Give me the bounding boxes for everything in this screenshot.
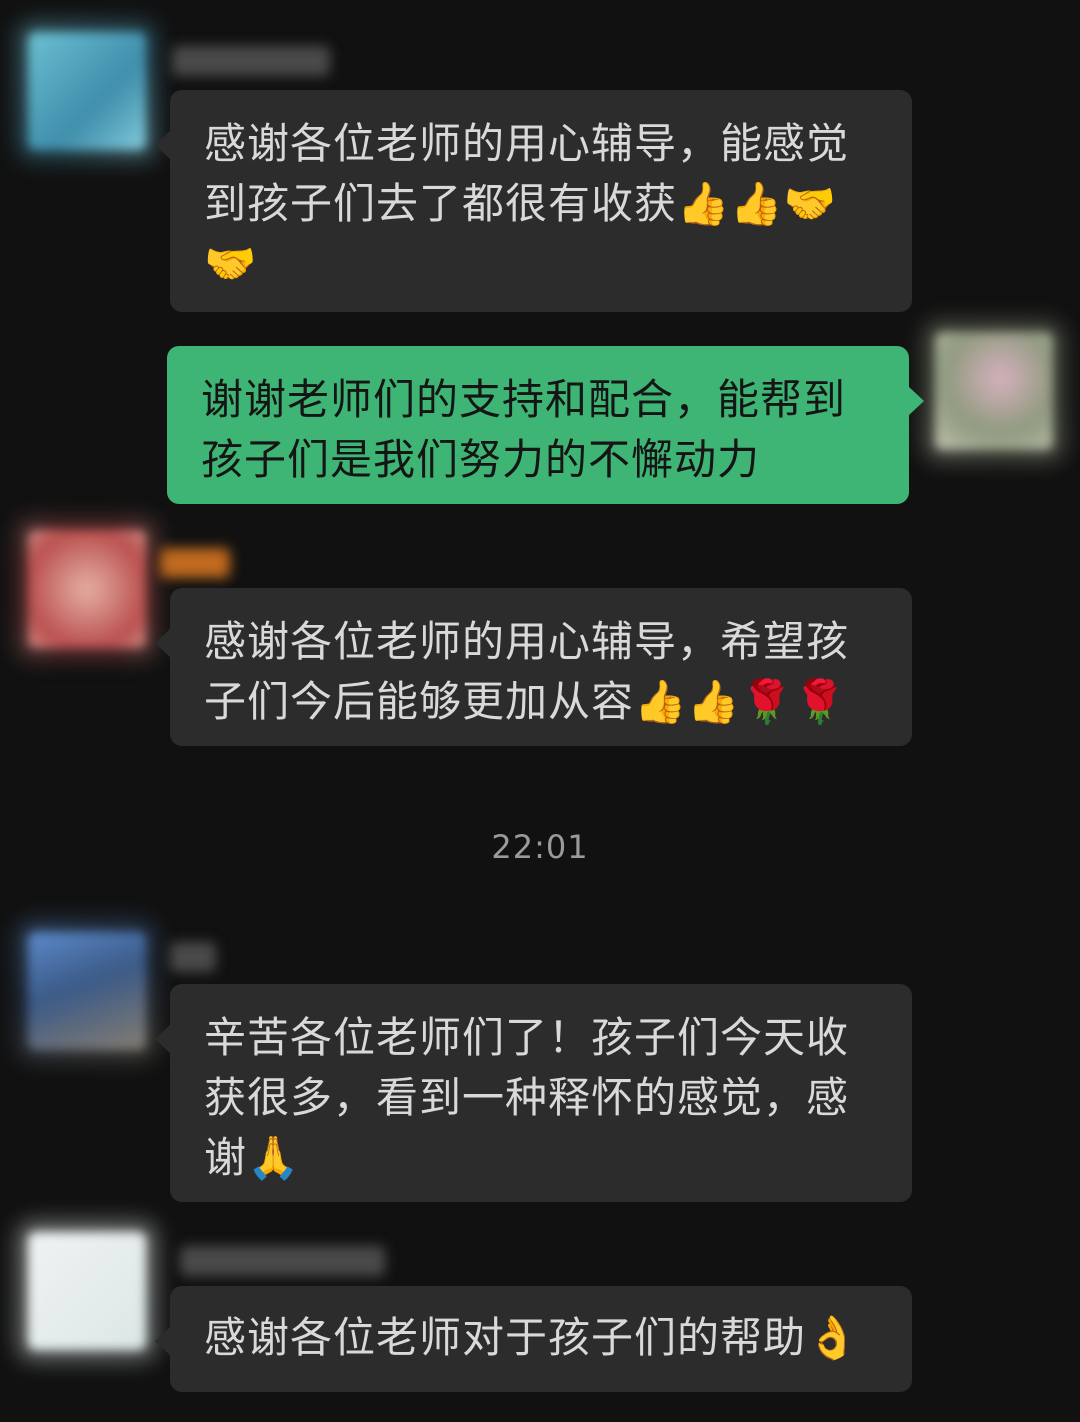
message-bubble-1[interactable]: 感谢各位老师的用心辅导，能感觉到孩子们去了都很有收获👍👍🤝🤝 (155, 90, 912, 312)
avatar-self[interactable] (935, 332, 1053, 450)
sender-name-redacted (180, 1246, 385, 1276)
chat-timestamp: 22:01 (491, 828, 589, 866)
message-text: 谢谢老师们的支持和配合，能帮到孩子们是我们努力的不懈动力 (201, 375, 847, 484)
avatar[interactable] (28, 530, 146, 648)
avatar[interactable] (28, 32, 146, 150)
message-bubble-2[interactable]: 谢谢老师们的支持和配合，能帮到孩子们是我们努力的不懈动力 (167, 346, 924, 504)
message-bubble-4[interactable]: 辛苦各位老师们了！孩子们今天收获很多，看到一种释怀的感觉，感谢🙏 (155, 984, 912, 1202)
sender-name-redacted (172, 46, 330, 76)
avatar[interactable] (28, 1232, 146, 1350)
message-text: 感谢各位老师对于孩子们的帮助👌 (204, 1313, 860, 1362)
sender-name-redacted (160, 548, 230, 578)
message-text: 感谢各位老师的用心辅导，能感觉到孩子们去了都很有收获👍👍🤝🤝 (204, 119, 850, 288)
message-text: 感谢各位老师的用心辅导，希望孩子们今后能够更加从容👍👍🌹🌹 (204, 617, 850, 726)
message-text: 辛苦各位老师们了！孩子们今天收获很多，看到一种释怀的感觉，感谢🙏 (204, 1013, 850, 1182)
avatar[interactable] (28, 932, 146, 1050)
message-bubble-3[interactable]: 感谢各位老师的用心辅导，希望孩子们今后能够更加从容👍👍🌹🌹 (155, 588, 912, 746)
sender-name-redacted (170, 942, 216, 972)
message-bubble-5[interactable]: 感谢各位老师对于孩子们的帮助👌 (155, 1286, 912, 1392)
